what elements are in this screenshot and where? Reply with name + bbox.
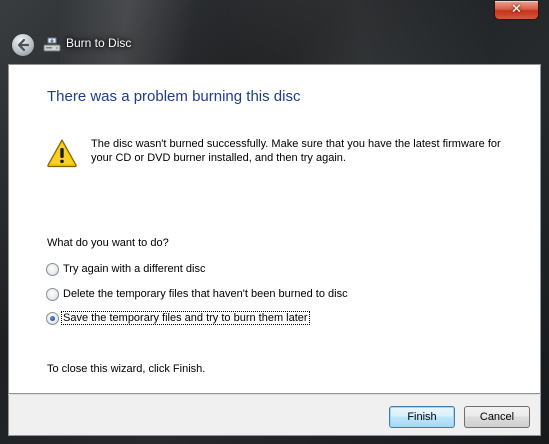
wizard-content: There was a problem burning this disc Th… (8, 64, 541, 394)
wizard-window: ✕ Burn to Disc There was a problem burni… (0, 0, 549, 444)
option-try-again[interactable]: Try again with a different disc (46, 261, 206, 277)
error-message: The disc wasn't burned successfully. Mak… (91, 138, 501, 164)
radio-button-selected[interactable] (46, 311, 59, 325)
page-heading: There was a problem burning this disc (47, 88, 301, 105)
question-label: What do you want to do? (47, 237, 169, 249)
option-label: Delete the temporary files that haven't … (63, 288, 348, 300)
back-button[interactable] (11, 33, 35, 57)
radio-button[interactable] (46, 287, 59, 301)
warning-icon (47, 139, 77, 168)
option-label: Save the temporary files and try to burn… (61, 311, 310, 325)
cancel-button[interactable]: Cancel (464, 406, 530, 428)
close-button[interactable]: ✕ (494, 1, 539, 20)
close-icon: ✕ (511, 2, 522, 17)
wizard-footer: Finish Cancel (8, 394, 541, 436)
option-save-temp-files[interactable]: Save the temporary files and try to burn… (46, 310, 310, 326)
burn-disc-icon (43, 37, 61, 52)
close-hint: To close this wizard, click Finish. (47, 363, 206, 375)
glass-reflection (230, 0, 490, 70)
finish-button[interactable]: Finish (389, 406, 455, 428)
window-title: Burn to Disc (66, 36, 132, 50)
option-delete-temp-files[interactable]: Delete the temporary files that haven't … (46, 286, 349, 302)
glass-reflection (60, 0, 220, 70)
radio-button[interactable] (46, 262, 59, 276)
option-label: Try again with a different disc (63, 263, 206, 275)
back-arrow-icon (17, 38, 30, 52)
